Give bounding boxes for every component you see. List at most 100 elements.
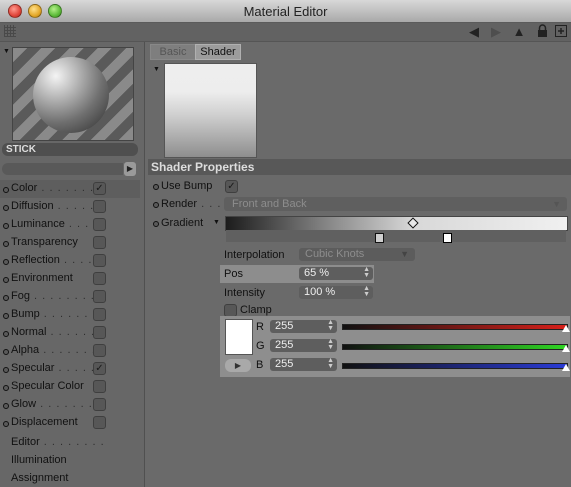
gradient-knot[interactable] <box>375 233 384 243</box>
channel-checkbox[interactable] <box>93 290 106 303</box>
channel-checkbox[interactable]: ✓ <box>93 362 106 375</box>
lock-icon[interactable] <box>536 24 548 40</box>
material-preview[interactable] <box>12 47 134 141</box>
animation-dot-icon[interactable] <box>3 295 9 301</box>
animation-dot-icon[interactable] <box>3 259 9 265</box>
animation-dot-icon[interactable] <box>3 421 9 427</box>
channel-luminance[interactable]: Luminance . . . . <box>0 216 140 234</box>
channel-checkbox[interactable]: ✓ <box>93 182 106 195</box>
animation-dot-icon[interactable] <box>3 403 9 409</box>
channel-bump[interactable]: Bump . . . . . . . <box>0 306 140 324</box>
render-dropdown[interactable]: Front and Back ▼ <box>224 197 567 211</box>
channel-illumination[interactable]: Illumination <box>11 454 67 466</box>
blue-slider[interactable] <box>342 363 568 369</box>
animation-dot-icon[interactable] <box>3 205 9 211</box>
spinner-icon[interactable]: ▲ ▼ <box>363 266 370 279</box>
spinner-icon[interactable]: ▲ ▼ <box>327 338 334 351</box>
spinner-icon[interactable]: ▲ ▼ <box>327 319 334 332</box>
animation-dot-icon[interactable] <box>3 187 9 193</box>
back-arrow-icon[interactable]: ◀ <box>466 24 482 40</box>
animation-dot-icon[interactable] <box>153 202 159 208</box>
channel-label: Color . . . . . . . <box>11 182 95 194</box>
channel-checkbox[interactable] <box>93 398 106 411</box>
red-slider[interactable] <box>342 324 568 330</box>
gradient-knot[interactable] <box>443 233 452 243</box>
green-slider[interactable] <box>342 344 568 350</box>
channel-label: Specular Color <box>11 380 84 392</box>
channel-fog[interactable]: Fog . . . . . . . . <box>0 288 140 306</box>
forward-arrow-icon[interactable]: ▶ <box>488 24 504 40</box>
intensity-field[interactable]: 100 % ▲ ▼ <box>299 285 373 299</box>
channel-checkbox[interactable] <box>93 272 106 285</box>
blue-field[interactable]: 255 ▲ ▼ <box>270 357 337 371</box>
channel-checkbox[interactable] <box>93 254 106 267</box>
green-field[interactable]: 255 ▲ ▼ <box>270 338 337 352</box>
channel-editor[interactable]: Editor . . . . . . . . <box>11 436 105 448</box>
channel-diffusion[interactable]: Diffusion . . . . . <box>0 198 140 216</box>
channel-normal[interactable]: Normal . . . . . . <box>0 324 140 342</box>
animation-dot-icon[interactable] <box>153 221 159 227</box>
channel-specular[interactable]: Specular . . . . . ✓ <box>0 360 140 378</box>
gradient-knot-track[interactable] <box>226 230 566 242</box>
channel-label: Luminance . . . . <box>11 218 98 230</box>
channel-assignment[interactable]: Assignment <box>11 472 68 484</box>
animation-dot-icon[interactable] <box>3 277 9 283</box>
channel-checkbox[interactable] <box>93 218 106 231</box>
channel-checkbox[interactable] <box>93 416 106 429</box>
channel-checkbox[interactable] <box>93 200 106 213</box>
toolbar <box>0 23 571 42</box>
spinner-icon[interactable]: ▲ ▼ <box>363 285 370 298</box>
interpolation-dropdown[interactable]: Cubic Knots ▼ <box>299 248 415 261</box>
animation-dot-icon[interactable] <box>153 184 159 190</box>
grip-icon[interactable] <box>4 25 16 37</box>
preview-menu-icon[interactable]: ▼ <box>3 48 10 55</box>
use-bump-checkbox[interactable]: ✓ <box>225 180 238 193</box>
channel-specular-color[interactable]: Specular Color <box>0 378 140 396</box>
material-name-field[interactable] <box>2 163 123 175</box>
color-swatch[interactable] <box>225 319 253 355</box>
channel-environment[interactable]: Environment <box>0 270 140 288</box>
animation-dot-icon[interactable] <box>3 241 9 247</box>
animation-dot-icon[interactable] <box>3 331 9 337</box>
blue-slider-knob[interactable] <box>562 364 570 371</box>
red-slider-knob[interactable] <box>562 325 570 332</box>
animation-dot-icon[interactable] <box>3 367 9 373</box>
render-label: Render . . . <box>161 198 222 210</box>
gradient-label: Gradient <box>161 217 204 229</box>
animation-dot-icon[interactable] <box>3 349 9 355</box>
gradient-bar[interactable] <box>225 216 568 231</box>
channel-checkbox[interactable] <box>93 344 106 357</box>
channel-label: Displacement <box>11 416 78 428</box>
channel-label: Reflection . . . . <box>11 254 93 266</box>
channel-transparency[interactable]: Transparency <box>0 234 140 252</box>
channel-checkbox[interactable] <box>93 236 106 249</box>
animation-dot-icon[interactable] <box>3 223 9 229</box>
channel-label: Bump . . . . . . . <box>11 308 97 320</box>
channel-color[interactable]: Color . . . . . . . ✓ <box>0 180 140 198</box>
green-slider-knob[interactable] <box>562 345 570 352</box>
channel-checkbox[interactable] <box>93 326 106 339</box>
red-field[interactable]: 255 ▲ ▼ <box>270 319 337 333</box>
spinner-icon[interactable]: ▲ ▼ <box>327 357 334 370</box>
channel-alpha[interactable]: Alpha . . . . . . . <box>0 342 140 360</box>
blue-label: B <box>256 359 264 371</box>
channel-checkbox[interactable] <box>93 380 106 393</box>
gradient-menu-icon[interactable]: ▼ <box>213 219 220 226</box>
shader-preview-menu-icon[interactable]: ▼ <box>153 66 160 73</box>
tab-shader[interactable]: Shader <box>195 44 241 60</box>
up-arrow-icon[interactable]: ▲ <box>511 24 527 40</box>
animation-dot-icon[interactable] <box>3 313 9 319</box>
channel-displacement[interactable]: Displacement <box>0 414 140 432</box>
color-mode-button[interactable]: ▶ <box>225 359 251 372</box>
pos-field[interactable]: 65 % ▲ ▼ <box>299 266 373 280</box>
tab-basic[interactable]: Basic <box>150 44 196 60</box>
animation-dot-icon[interactable] <box>3 385 9 391</box>
material-menu-button[interactable]: ▶ <box>124 162 136 176</box>
channel-checkbox[interactable] <box>93 308 106 321</box>
intensity-label: Intensity <box>224 287 265 299</box>
material-name[interactable]: STICK <box>2 143 138 156</box>
red-label: R <box>256 321 264 333</box>
channel-glow[interactable]: Glow . . . . . . . . <box>0 396 140 414</box>
new-window-icon[interactable] <box>554 24 567 40</box>
channel-reflection[interactable]: Reflection . . . . <box>0 252 140 270</box>
